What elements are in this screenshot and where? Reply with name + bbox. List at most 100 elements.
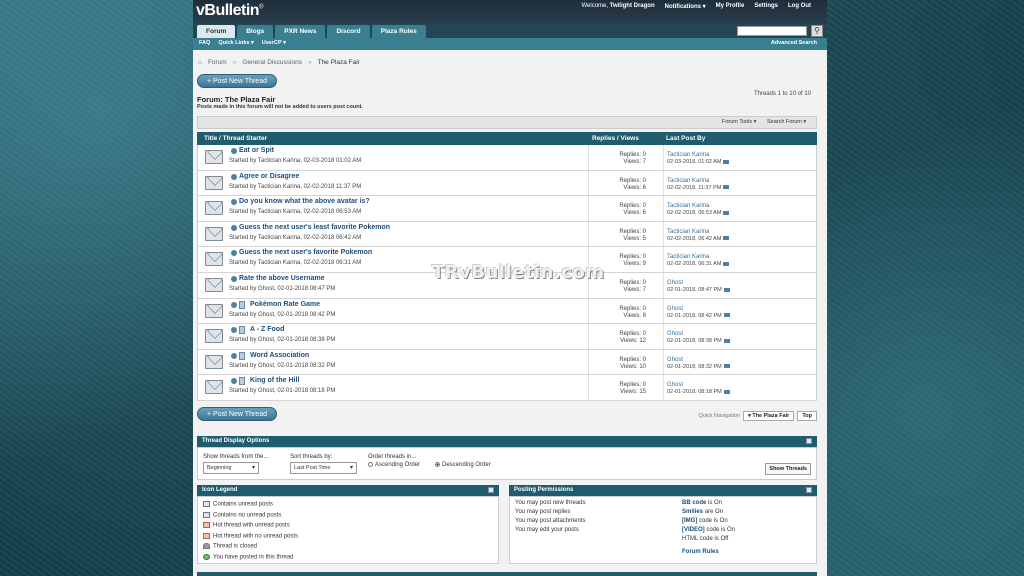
column-divider bbox=[663, 247, 664, 272]
notifications-link[interactable]: Notifications ▾ bbox=[665, 3, 706, 10]
home-icon[interactable]: ⌂ bbox=[198, 59, 202, 66]
thread-status-envelope-icon[interactable] bbox=[205, 277, 223, 292]
go-to-last-post-icon[interactable] bbox=[723, 313, 730, 318]
thread-status-envelope-icon[interactable] bbox=[205, 252, 223, 267]
go-to-last-post-icon[interactable] bbox=[723, 159, 730, 164]
my-profile-link[interactable]: My Profile bbox=[716, 3, 745, 10]
header-replies[interactable]: Replies / Views bbox=[592, 135, 639, 142]
collapse-icon[interactable] bbox=[806, 438, 812, 444]
go-to-last-post-icon[interactable] bbox=[723, 236, 730, 241]
go-to-first-unread-icon[interactable] bbox=[231, 250, 237, 257]
thread-status-envelope-icon[interactable] bbox=[205, 150, 223, 164]
go-to-first-unread-icon[interactable] bbox=[231, 327, 237, 334]
thread-title-link[interactable]: King of the Hill bbox=[250, 377, 299, 384]
img-link[interactable]: [IMG] bbox=[682, 518, 697, 524]
legend-closed-label: Thread is closed bbox=[213, 543, 258, 550]
quick-navigation-select[interactable]: ▾ The Plaza Fair bbox=[743, 411, 795, 421]
search-icon[interactable]: ⚲ bbox=[811, 25, 823, 37]
last-post-user-link[interactable]: Tactician Karina bbox=[667, 203, 709, 209]
go-to-last-post-icon[interactable] bbox=[723, 287, 730, 292]
forum-tools-menu[interactable]: Forum Tools ▾ bbox=[722, 119, 756, 125]
faq-link[interactable]: FAQ bbox=[199, 40, 210, 46]
last-post-user-link[interactable]: Ghost bbox=[667, 280, 683, 286]
settings-link[interactable]: Settings bbox=[754, 3, 778, 10]
thread-title-link[interactable]: Guess the next user's favorite Pokemon bbox=[239, 249, 372, 256]
reply-count: Replies: 0 bbox=[619, 152, 646, 158]
advanced-search-link[interactable]: Advanced Search bbox=[771, 40, 817, 46]
thread-title-link[interactable]: Rate the above Username bbox=[239, 275, 325, 282]
thread-status-envelope-icon[interactable] bbox=[205, 303, 223, 318]
thread-title-link[interactable]: Guess the next user's least favorite Pok… bbox=[239, 224, 390, 231]
go-to-first-unread-icon[interactable] bbox=[231, 301, 237, 308]
breadcrumb-forum[interactable]: Forum bbox=[208, 59, 227, 66]
thread-title-link[interactable]: Pokémon Rate Game bbox=[250, 301, 320, 308]
go-to-first-unread-icon[interactable] bbox=[231, 378, 237, 385]
descending-radio[interactable] bbox=[435, 462, 440, 467]
search-input[interactable] bbox=[737, 26, 807, 36]
forum-rules-link[interactable]: Forum Rules bbox=[682, 549, 719, 555]
go-to-first-unread-icon[interactable] bbox=[231, 148, 237, 154]
last-post-user-link[interactable]: Tactician Karina bbox=[667, 152, 709, 158]
top-button[interactable]: Top bbox=[797, 411, 817, 421]
thread-title-link[interactable]: Eat or Spit bbox=[239, 147, 274, 154]
header-title[interactable]: Title / Thread Starter bbox=[204, 135, 267, 142]
tab-forum[interactable]: Forum bbox=[197, 25, 236, 38]
thread-title-link[interactable]: A - Z Food bbox=[250, 326, 284, 333]
thread-status-envelope-icon[interactable] bbox=[205, 354, 223, 369]
video-link[interactable]: [VIDEO] bbox=[682, 527, 705, 533]
username-link[interactable]: Twilight Dragon bbox=[610, 3, 655, 9]
thread-status-envelope-icon[interactable] bbox=[205, 226, 223, 241]
post-new-thread-button[interactable]: + Post New Thread bbox=[197, 74, 277, 88]
last-post-user-link[interactable]: Ghost bbox=[667, 306, 683, 312]
ascending-option[interactable]: Ascending Order bbox=[368, 462, 420, 468]
collapse-icon[interactable] bbox=[806, 487, 812, 493]
go-to-last-post-icon[interactable] bbox=[723, 389, 730, 394]
tab-blogs[interactable]: Blogs bbox=[237, 25, 274, 38]
bbcode-link[interactable]: BB code bbox=[682, 500, 706, 506]
breadcrumb-general-discussions[interactable]: General Discussions bbox=[242, 59, 302, 66]
thread-status-envelope-icon[interactable] bbox=[205, 201, 223, 216]
last-post-user-link[interactable]: Tactician Karina bbox=[667, 254, 709, 260]
thread-status-envelope-icon[interactable] bbox=[205, 380, 223, 395]
sort-select[interactable]: Last Post Time bbox=[290, 462, 357, 474]
go-to-last-post-icon[interactable] bbox=[723, 261, 730, 266]
go-to-first-unread-icon[interactable] bbox=[231, 275, 237, 282]
go-to-first-unread-icon[interactable] bbox=[231, 199, 237, 206]
last-post-user-link[interactable]: Ghost bbox=[667, 357, 683, 363]
tab-pxr-news[interactable]: PXR News bbox=[275, 25, 326, 38]
thread-title-link[interactable]: Do you know what the above avatar is? bbox=[239, 198, 370, 205]
tab-discord[interactable]: Discord bbox=[327, 25, 370, 38]
vbulletin-logo[interactable]: vBulletin® bbox=[196, 2, 263, 20]
tab-plaza-rules[interactable]: Plaza Rules bbox=[371, 25, 426, 38]
show-from-select[interactable]: Beginning bbox=[203, 462, 259, 474]
thread-title-link[interactable]: Agree or Disagree bbox=[239, 173, 299, 180]
header-lastpost[interactable]: Last Post By bbox=[666, 135, 705, 142]
search-forum-menu[interactable]: Search Forum ▾ bbox=[767, 119, 806, 125]
go-to-first-unread-icon[interactable] bbox=[231, 173, 237, 180]
last-post-user-link[interactable]: Tactician Karina bbox=[667, 178, 709, 184]
smilies-link[interactable]: Smilies bbox=[682, 509, 703, 515]
thread-row: Agree or Disagree Started by Tactician Ka… bbox=[197, 170, 817, 197]
go-to-first-unread-icon[interactable] bbox=[231, 352, 237, 359]
go-to-last-post-icon[interactable] bbox=[723, 364, 730, 369]
last-post-user-link[interactable]: Ghost bbox=[667, 331, 683, 337]
logout-link[interactable]: Log Out bbox=[788, 3, 811, 10]
go-to-last-post-icon[interactable] bbox=[723, 185, 730, 190]
go-to-last-post-icon[interactable] bbox=[723, 338, 730, 343]
show-threads-button[interactable]: Show Threads bbox=[765, 463, 811, 475]
ascending-radio[interactable] bbox=[368, 462, 373, 467]
column-divider bbox=[663, 221, 664, 247]
go-to-first-unread-icon[interactable] bbox=[231, 224, 237, 231]
thread-title-link[interactable]: Word Association bbox=[250, 352, 309, 359]
last-post-date-text: 02-01-2018, 08:42 PM bbox=[667, 312, 722, 319]
collapse-icon[interactable] bbox=[488, 487, 494, 493]
thread-status-envelope-icon[interactable] bbox=[205, 175, 223, 190]
thread-status-envelope-icon[interactable] bbox=[205, 329, 223, 344]
go-to-last-post-icon[interactable] bbox=[723, 210, 730, 215]
descending-option[interactable]: Descending Order bbox=[435, 462, 491, 468]
last-post-user-link[interactable]: Tactician Karina bbox=[667, 229, 709, 235]
post-new-thread-button-bottom[interactable]: + Post New Thread bbox=[197, 407, 277, 421]
usercp-menu[interactable]: UserCP ▾ bbox=[262, 40, 286, 46]
last-post-user-link[interactable]: Ghost bbox=[667, 382, 683, 388]
quick-links-menu[interactable]: Quick Links ▾ bbox=[218, 40, 253, 46]
